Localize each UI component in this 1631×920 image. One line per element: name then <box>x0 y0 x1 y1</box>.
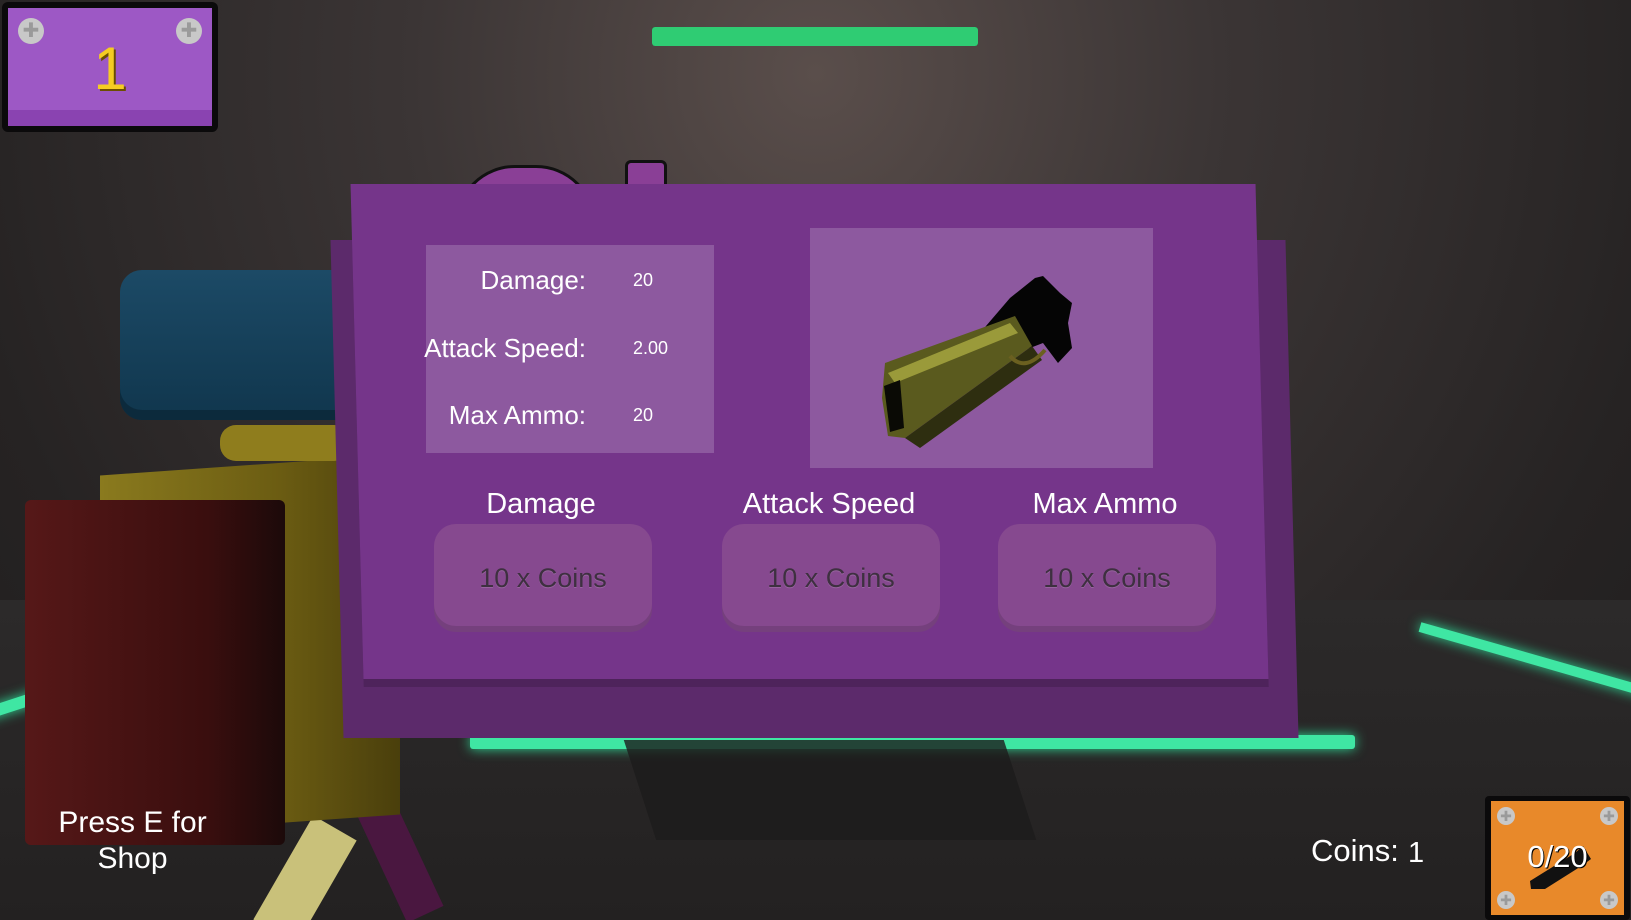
weapon-stats: Damage: 20 Attack Speed: 2.00 Max Ammo: … <box>424 245 714 453</box>
health-bar-fill <box>652 27 978 46</box>
ammo-card: ✚ ✚ ✚ ✚ 0/20 <box>1485 796 1630 920</box>
robot-neck <box>220 425 350 461</box>
button-label: 10 x Coins <box>767 562 895 593</box>
level-card: ✚ ✚ 1 <box>2 2 218 132</box>
upgrade-max-ammo-button[interactable]: 10 x Coins <box>998 524 1216 632</box>
stat-value: 2.00 <box>633 338 669 358</box>
screw-icon: ✚ <box>1497 891 1515 909</box>
screw-icon: ✚ <box>1497 807 1515 825</box>
upgrade-title-damage: Damage <box>486 488 596 520</box>
shadow <box>623 740 1037 840</box>
stat-max-ammo: Max Ammo: 20 <box>426 395 714 435</box>
button-label: 10 x Coins <box>1043 562 1171 593</box>
stat-value: 20 <box>633 405 654 425</box>
shop-prompt: Press E for Shop <box>58 806 207 875</box>
stat-label: Damage: <box>480 265 587 295</box>
health-bar <box>652 27 978 46</box>
screw-icon: ✚ <box>1600 891 1618 909</box>
weapon-preview <box>810 228 1153 468</box>
button-label: 10 x Coins <box>479 562 607 593</box>
stat-label: Max Ammo: <box>448 400 586 430</box>
coins-label: Coins: <box>1311 833 1399 868</box>
stat-value: 20 <box>633 270 654 290</box>
upgrade-title-attack-speed: Attack Speed <box>742 488 916 520</box>
level-number: 1 <box>93 35 127 102</box>
pistol-icon <box>882 276 1072 448</box>
upgrade-damage-button[interactable]: 10 x Coins <box>434 524 652 632</box>
stat-damage: Damage: 20 <box>426 260 714 300</box>
ammo-counter: 0/20 <box>1527 839 1588 874</box>
upgrade-attack-speed-button[interactable]: 10 x Coins <box>722 524 940 632</box>
coins-value: 1 <box>1408 837 1425 869</box>
stat-attack-speed: Attack Speed: 2.00 <box>424 328 714 368</box>
ammo-card-face: ✚ ✚ ✚ ✚ 0/20 <box>1491 801 1624 915</box>
stat-label: Attack Speed: <box>424 333 586 363</box>
screw-icon: ✚ <box>1600 807 1618 825</box>
upgrade-title-max-ammo: Max Ammo <box>1032 488 1178 520</box>
level-card-face: ✚ ✚ 1 <box>8 8 212 126</box>
robot-backpack <box>25 500 285 845</box>
